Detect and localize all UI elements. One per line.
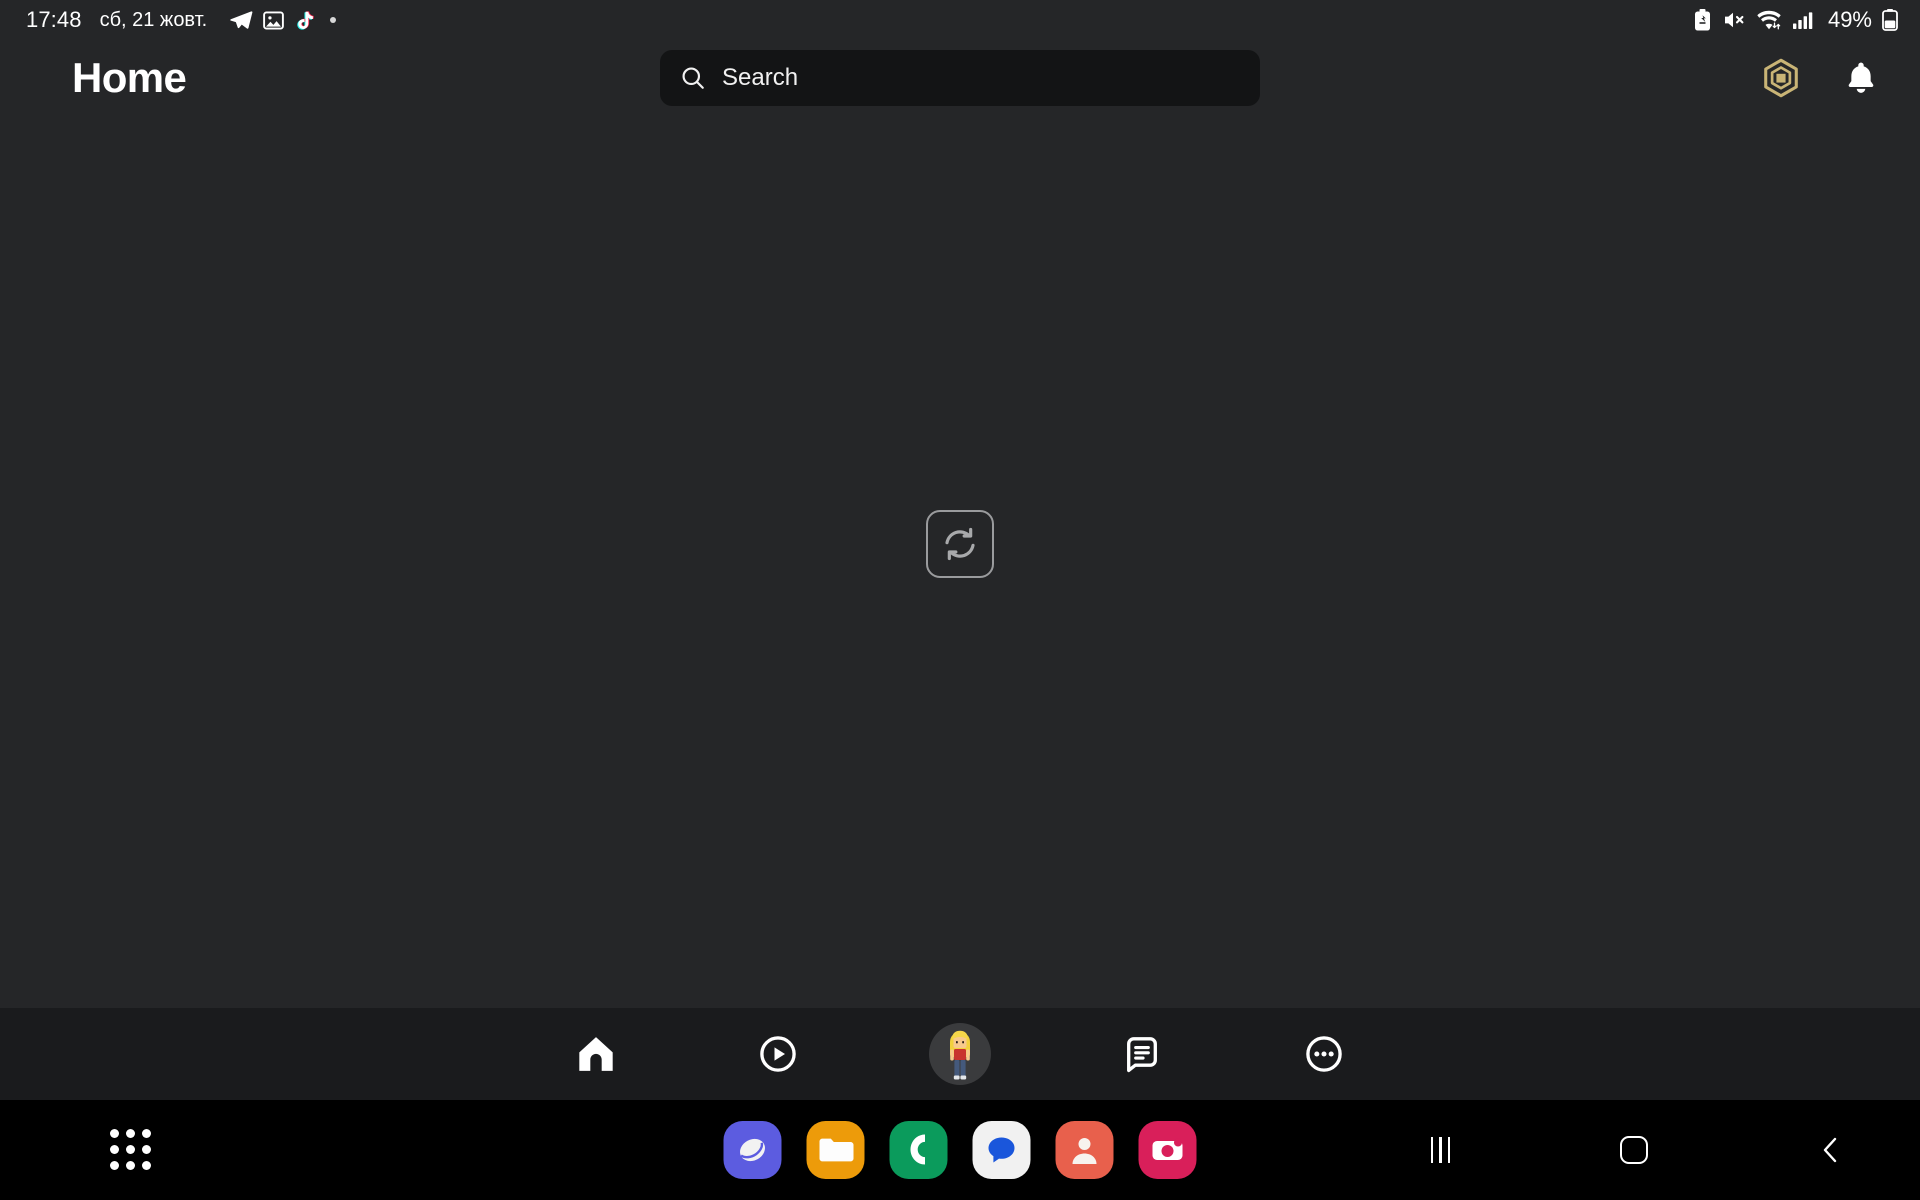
app-header: Home Search: [0, 40, 1920, 116]
camera-icon[interactable]: [1138, 1121, 1197, 1179]
telegram-icon: [229, 8, 253, 32]
grid-dot: [142, 1145, 151, 1154]
more-circle-icon: [1303, 1033, 1345, 1075]
search-placeholder: Search: [722, 64, 799, 91]
header-actions: [1760, 57, 1880, 99]
status-bar-left: 17:48 сб, 21 жовт.: [26, 7, 337, 32]
folder-icon[interactable]: [806, 1121, 865, 1179]
nav-item-more[interactable]: [1233, 1008, 1415, 1100]
nav-item-chat[interactable]: [1051, 1008, 1233, 1100]
internet-browser-icon[interactable]: [723, 1121, 782, 1179]
phone-screen: 17:48 сб, 21 жовт. 49% Home Search: [0, 0, 1920, 1200]
sound-mute-icon: [1722, 8, 1746, 32]
gallery-image-icon: [262, 9, 285, 32]
contacts-person-icon[interactable]: [1055, 1121, 1114, 1179]
chat-document-icon: [1121, 1033, 1163, 1075]
refresh-retry-button[interactable]: [926, 510, 994, 578]
grid-dot: [126, 1161, 135, 1170]
grid-dot: [110, 1145, 119, 1154]
notification-dot: [330, 17, 337, 23]
robux-currency-icon[interactable]: [1760, 57, 1802, 99]
android-status-bar: 17:48 сб, 21 жовт. 49%: [0, 0, 1920, 40]
android-dock: [0, 1100, 1920, 1200]
battery-icon: [1882, 8, 1898, 32]
avatar: [929, 1023, 991, 1085]
recents-icon[interactable]: [1430, 1137, 1450, 1163]
grid-dot: [126, 1145, 135, 1154]
home-key-icon[interactable]: [1620, 1136, 1648, 1164]
battery-percent-label: 49%: [1827, 7, 1872, 32]
status-clock: 17:48: [26, 7, 82, 32]
search-input[interactable]: Search: [660, 50, 1260, 106]
bell-icon[interactable]: [1842, 59, 1880, 97]
search-icon: [680, 65, 706, 91]
tiktok-icon: [294, 9, 316, 32]
refresh-icon: [940, 524, 980, 564]
page-title: Home: [72, 54, 187, 101]
home-icon: [574, 1032, 618, 1076]
status-bar-right: 49%: [1693, 8, 1898, 32]
wifi-icon: [1756, 8, 1782, 32]
status-date: сб, 21 жовт.: [99, 9, 208, 31]
app-bottom-nav: [0, 1008, 1920, 1100]
battery-saver-icon: [1693, 8, 1712, 32]
content-area: [0, 116, 1920, 1008]
cellular-signal-icon: [1792, 8, 1814, 32]
nav-item-charts[interactable]: [687, 1008, 869, 1100]
phone-icon[interactable]: [889, 1121, 948, 1179]
status-notification-icons: [229, 8, 337, 32]
grid-dot: [126, 1129, 135, 1138]
nav-item-home[interactable]: [505, 1008, 687, 1100]
grid-dot: [110, 1161, 119, 1170]
android-navigation-keys: [1430, 1135, 1843, 1165]
apps-grid-icon[interactable]: [110, 1129, 152, 1171]
messages-bubble-icon[interactable]: [972, 1121, 1031, 1179]
grid-dot: [110, 1129, 119, 1138]
play-circle-icon: [757, 1033, 799, 1075]
grid-dot: [142, 1129, 151, 1138]
grid-dot: [142, 1161, 151, 1170]
dock-app-shortcuts: [723, 1121, 1197, 1179]
back-chevron-icon[interactable]: [1818, 1135, 1842, 1165]
nav-item-avatar[interactable]: [869, 1008, 1051, 1100]
